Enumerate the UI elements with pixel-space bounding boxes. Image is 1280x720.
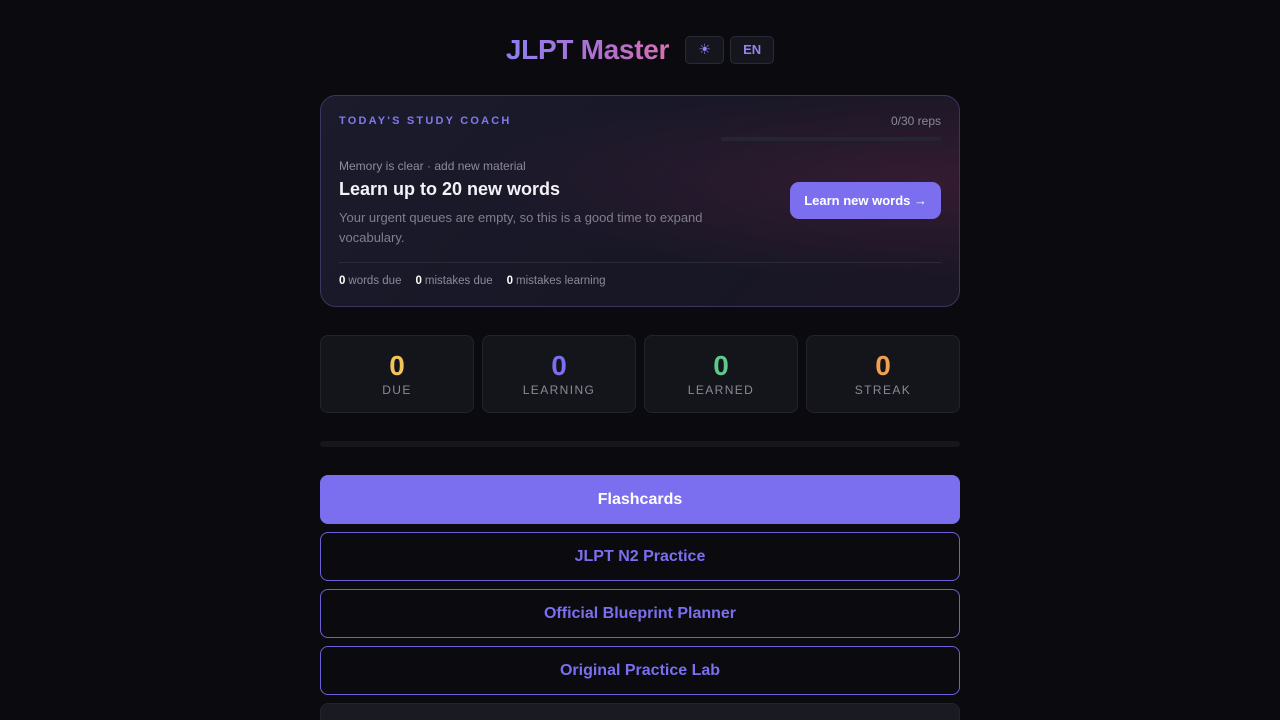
stat-label: DUE bbox=[382, 383, 412, 397]
reps-progress-bar bbox=[721, 137, 941, 141]
stat-label: LEARNING bbox=[522, 383, 596, 397]
reading-mode-button[interactable]: Reading Mode bbox=[320, 703, 960, 720]
sun-icon: ☀ bbox=[698, 41, 711, 57]
stat-due: 0 DUE bbox=[320, 335, 474, 413]
study-coach-card: TODAY'S STUDY COACH 0/30 reps Memory is … bbox=[320, 95, 960, 307]
theme-toggle-button[interactable]: ☀ bbox=[685, 35, 725, 64]
practice-lab-button[interactable]: Original Practice Lab bbox=[320, 646, 960, 695]
coach-stat-words-due: 0 words due bbox=[339, 275, 402, 287]
coach-subtitle: Memory is clear · add new material bbox=[339, 159, 526, 173]
coach-stat-mistakes-due: 0 mistakes due bbox=[415, 275, 493, 287]
section-divider bbox=[320, 441, 960, 447]
flashcards-button[interactable]: Flashcards bbox=[320, 475, 960, 524]
coach-description: Your urgent queues are empty, so this is… bbox=[339, 210, 703, 245]
blueprint-planner-button[interactable]: Official Blueprint Planner bbox=[320, 589, 960, 638]
coach-headline: Learn up to 20 new words bbox=[339, 179, 561, 199]
coach-label: TODAY'S STUDY COACH bbox=[339, 115, 512, 127]
reps-counter: 0/30 reps bbox=[890, 114, 941, 128]
coach-divider bbox=[339, 262, 941, 263]
stat-value: 0 bbox=[389, 350, 405, 381]
jlpt-n2-practice-button[interactable]: JLPT N2 Practice bbox=[320, 532, 960, 581]
stat-value: 0 bbox=[875, 350, 891, 381]
app-title: JLPT Master bbox=[505, 33, 670, 65]
coach-body: Memory is clear · add new material Learn… bbox=[339, 159, 941, 248]
coach-stats: 0 words due 0 mistakes due 0 mistakes learn… bbox=[339, 275, 941, 287]
main-container: JLPT Master ☀ EN TODAY'S STUDY COACH 0/3… bbox=[320, 0, 960, 720]
coach-stat-mistakes-learning: 0 mistakes learning bbox=[506, 275, 606, 287]
stats-row: 0 DUE 0 LEARNING 0 LEARNED 0 STREAK bbox=[320, 335, 960, 413]
mode-menu: Flashcards JLPT N2 Practice Official Blu… bbox=[320, 475, 960, 720]
language-button[interactable]: EN bbox=[730, 35, 775, 64]
app-header: JLPT Master ☀ EN bbox=[320, 0, 960, 95]
stat-streak: 0 STREAK bbox=[806, 335, 960, 413]
coach-text: Memory is clear · add new material Learn… bbox=[339, 159, 759, 248]
stat-value: 0 bbox=[713, 350, 729, 381]
stat-learning: 0 LEARNING bbox=[482, 335, 636, 413]
coach-header: TODAY'S STUDY COACH 0/30 reps bbox=[339, 114, 941, 128]
stat-learned: 0 LEARNED bbox=[644, 335, 798, 413]
stat-label: STREAK bbox=[854, 383, 912, 397]
stat-value: 0 bbox=[551, 350, 567, 381]
stat-label: LEARNED bbox=[687, 383, 755, 397]
learn-new-words-button[interactable]: Learn new words → bbox=[790, 182, 941, 219]
